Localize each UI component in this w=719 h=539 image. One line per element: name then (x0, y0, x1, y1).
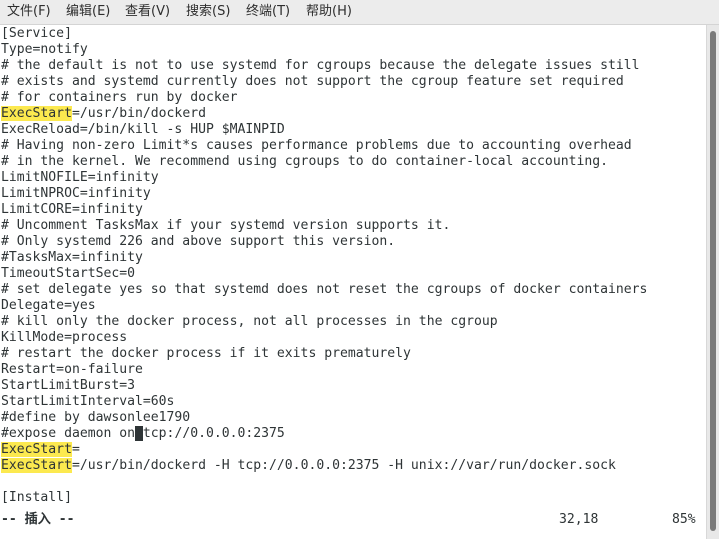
editor-line: # Having non-zero Limit*s causes perform… (1, 138, 632, 153)
line-text: =/usr/bin/dockerd -H tcp://0.0.0.0:2375 … (71, 458, 616, 473)
search-match-highlight: ExecStart (1, 458, 72, 473)
editor-line: # Only systemd 226 and above support thi… (1, 234, 396, 249)
search-match-highlight: ExecStart (1, 442, 72, 457)
editor-line: TimeoutStartSec=0 (1, 266, 136, 281)
line-text: =/usr/bin/dockerd (71, 106, 206, 121)
editor-line: Delegate=yes (1, 298, 96, 313)
vim-mode-indicator: -- 插入 -- (1, 512, 75, 527)
editor-line: #TasksMax=infinity (1, 250, 143, 265)
editor-line: ExecStart=/usr/bin/dockerd (1, 106, 206, 122)
editor-line: [Service] (1, 26, 72, 41)
scrollbar-thumb[interactable] (710, 31, 716, 531)
menu-terminal[interactable]: 终端(T) (246, 4, 290, 20)
editor-line: ExecStart=/usr/bin/dockerd -H tcp://0.0.… (1, 458, 616, 474)
menu-bar: 文件(F) 编辑(E) 查看(V) 搜索(S) 终端(T) 帮助(H) (0, 0, 719, 25)
editor-line: # restart the docker process if it exits… (1, 346, 411, 361)
editor-line: LimitNPROC=infinity (1, 186, 151, 201)
menu-file[interactable]: 文件(F) (7, 4, 51, 20)
editor-line: # for containers run by docker (1, 90, 238, 105)
editor-line: # kill only the docker process, not all … (1, 314, 498, 329)
editor-line: ExecReload=/bin/kill -s HUP $MAINPID (1, 122, 285, 137)
editor-line: # exists and systemd currently does not … (1, 74, 624, 89)
editor-line: #expose daemon on tcp://0.0.0.0:2375 (1, 426, 285, 442)
search-match-highlight: ExecStart (1, 106, 72, 121)
menu-view[interactable]: 查看(V) (125, 4, 170, 20)
editor-line: StartLimitBurst=3 (1, 378, 136, 393)
editor-line: LimitNOFILE=infinity (1, 170, 159, 185)
line-text: = (71, 442, 80, 457)
cursor-position: 32,18 (559, 512, 599, 527)
editor-line: Type=notify (1, 42, 88, 57)
editor-line: [Install] (1, 490, 72, 505)
editor-line: #define by dawsonlee1790 (1, 410, 191, 425)
editor-line: LimitCORE=infinity (1, 202, 143, 217)
editor-line: # set delegate yes so that systemd does … (1, 282, 648, 297)
terminal-text-area[interactable]: [Service] Type=notify # the default is n… (0, 25, 706, 539)
editor-line: ExecStart= (1, 442, 80, 458)
line-text: #expose daemon on (1, 426, 136, 441)
editor-line: # in the kernel. We recommend using cgro… (1, 154, 608, 169)
editor-line: StartLimitInterval=60s (1, 394, 175, 409)
editor-line: Restart=on-failure (1, 362, 143, 377)
scroll-percent: 85% (672, 512, 696, 527)
line-text: tcp://0.0.0.0:2375 (142, 426, 285, 441)
menu-search[interactable]: 搜索(S) (186, 4, 230, 20)
editor-line: KillMode=process (1, 330, 128, 345)
menu-help[interactable]: 帮助(H) (306, 4, 352, 20)
menu-edit[interactable]: 编辑(E) (66, 4, 110, 20)
editor-line: # Uncomment TasksMax if your systemd ver… (1, 218, 451, 233)
editor-line: # the default is not to use systemd for … (1, 58, 640, 73)
vertical-scrollbar[interactable] (706, 25, 719, 539)
text-cursor (135, 426, 143, 441)
